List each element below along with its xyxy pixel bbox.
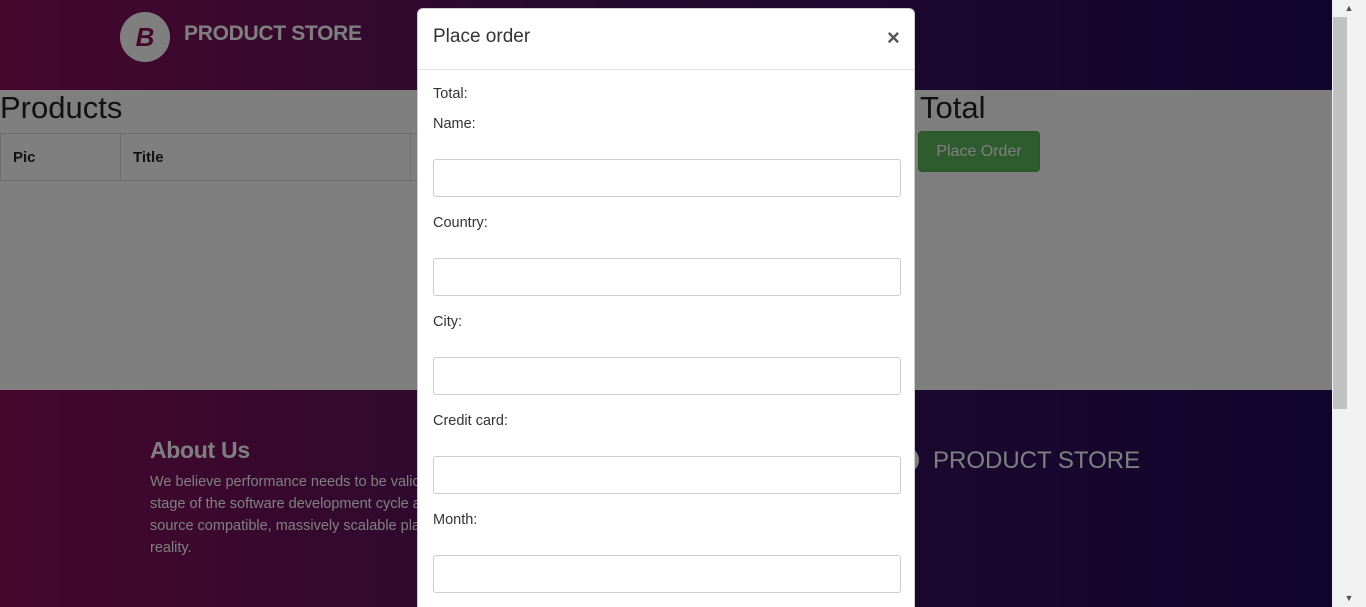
page-scrollbar[interactable]: ▲ ▼	[1332, 0, 1366, 607]
scroll-down-arrow-icon[interactable]: ▼	[1332, 590, 1366, 607]
country-label: Country:	[433, 215, 488, 231]
city-input[interactable]	[433, 357, 901, 395]
modal-header: Place order ×	[418, 9, 914, 70]
city-label: City:	[433, 314, 462, 330]
name-label: Name:	[433, 116, 476, 132]
scrollbar-thumb[interactable]	[1333, 17, 1347, 409]
scroll-up-arrow-icon[interactable]: ▲	[1332, 0, 1366, 17]
country-input[interactable]	[433, 258, 901, 296]
total-label: Total:	[433, 86, 468, 102]
credit-card-label: Credit card:	[433, 413, 508, 429]
place-order-modal: Place order × Total: Name: Country: City…	[417, 8, 915, 607]
page: B PRODUCT STORE Products Pic Title Total…	[0, 0, 1332, 607]
month-input[interactable]	[433, 555, 901, 593]
modal-title: Place order	[433, 26, 531, 47]
credit-card-input[interactable]	[433, 456, 901, 494]
name-input[interactable]	[433, 159, 901, 197]
close-icon[interactable]: ×	[887, 25, 900, 51]
month-label: Month:	[433, 512, 478, 528]
